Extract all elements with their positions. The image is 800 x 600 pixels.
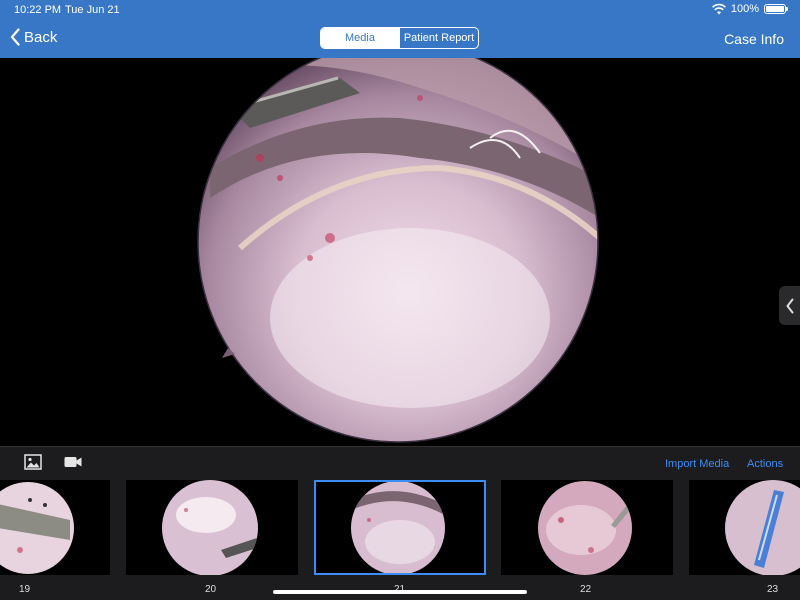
tab-media[interactable]: Media [321,28,399,48]
endoscopic-image [197,41,599,443]
media-toolbar: Import Media Actions [0,446,800,478]
thumbnail-20[interactable] [126,480,298,575]
back-button[interactable]: Back [10,28,57,46]
view-segmented-control: Media Patient Report [320,27,479,49]
thumbnail-number: 19 [19,584,31,595]
thumbnail-number: 22 [580,584,592,595]
back-label: Back [24,28,58,46]
status-time: 10:22 PM [14,4,62,16]
thumbnail-21[interactable] [314,480,486,575]
home-indicator [273,590,527,594]
thumbnail-image [538,481,632,575]
video-icon[interactable] [64,456,82,468]
thumbnail-19[interactable] [0,480,110,575]
thumbnail-number: 20 [205,584,217,595]
wifi-icon [711,3,726,15]
status-date: Tue Jun 21 [65,4,120,16]
side-panel-toggle[interactable] [779,286,800,325]
case-info-button[interactable]: Case Info [724,31,784,47]
thumbnail-number: 23 [767,584,779,595]
tab-patient-report[interactable]: Patient Report [399,28,478,48]
chevron-left-icon [10,28,20,46]
import-media-button[interactable]: Import Media [665,458,729,470]
thumbnail-image [0,482,74,574]
thumbnail-22[interactable] [501,480,673,575]
thumbnail-image [351,481,445,575]
media-viewer[interactable] [0,41,800,446]
battery-percent: 100% [730,3,759,15]
chevron-left-icon [785,298,793,313]
nav-header: 10:22 PM Tue Jun 21 100% Back Media Pati… [0,0,800,58]
actions-button[interactable]: Actions [747,458,783,470]
status-indicators: 100% [711,3,788,15]
thumbnail-strip[interactable]: 19 20 21 [0,478,800,600]
thumbnail-image [725,480,800,575]
thumbnail-23[interactable] [689,480,800,575]
battery-icon [764,4,788,14]
photo-icon[interactable] [24,454,42,470]
thumbnail-image [162,480,258,575]
